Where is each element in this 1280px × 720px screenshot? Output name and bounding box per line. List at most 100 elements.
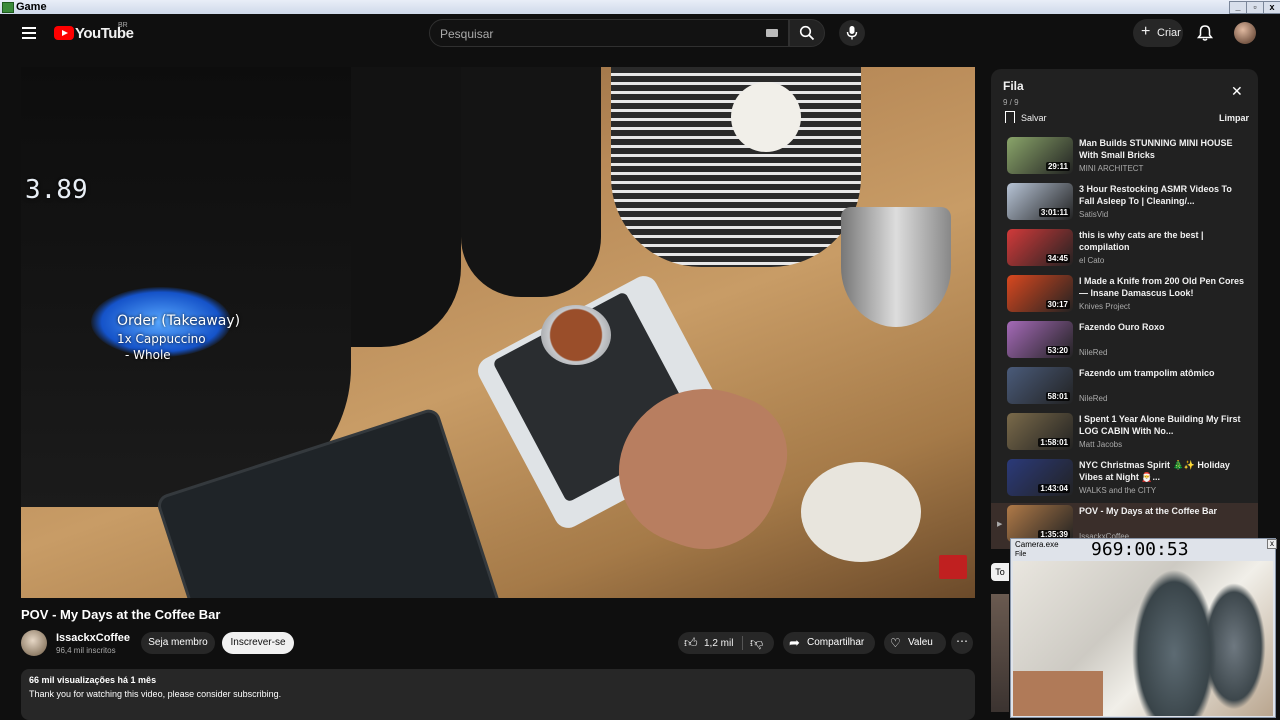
search-placeholder: Pesquisar — [440, 27, 494, 41]
user-avatar[interactable] — [1234, 22, 1256, 44]
queue-item-channel: NileRed — [1079, 394, 1108, 403]
queue-item[interactable]: 58:01 Fazendo um trampolim atômico NileRed — [991, 365, 1258, 411]
more-actions-icon[interactable]: ⋯ — [951, 632, 973, 654]
video-scene-portafilter — [541, 305, 611, 365]
camera-timer: 969:00:53 — [1091, 539, 1189, 560]
description-box[interactable]: 66 mil visualizações há 1 mês Thank you … — [21, 669, 975, 720]
queue-item-channel: Matt Jacobs — [1079, 440, 1123, 449]
share-button[interactable]: ➦ Compartilhar — [783, 632, 875, 654]
duration-badge: 1:43:04 — [1038, 484, 1070, 493]
close-icon[interactable]: ✕ — [1231, 83, 1243, 100]
camera-file-menu[interactable]: File — [1015, 551, 1026, 558]
video-player[interactable]: 3.89 Order (Takeaway) 1x Cappuccino - Wh… — [21, 67, 975, 598]
queue-item-title[interactable]: Fazendo um trampolim atômico — [1079, 367, 1249, 379]
subscribe-watermark-icon[interactable] — [939, 555, 967, 579]
channel-name[interactable]: IssackxCoffee — [56, 632, 130, 644]
camera-close-button[interactable]: x — [1267, 539, 1277, 549]
create-button[interactable]: + Criar — [1133, 19, 1183, 47]
channel-avatar[interactable] — [21, 630, 47, 656]
thanks-button[interactable]: ♡ Valeu — [884, 632, 946, 654]
minimize-button[interactable]: _ — [1229, 1, 1247, 14]
queue-count: 9 / 9 — [1003, 98, 1019, 107]
window-titlebar: Game _ ▫ x — [0, 0, 1280, 14]
camera-window[interactable]: Camera.exe File 969:00:53 x — [1010, 538, 1277, 718]
search-button[interactable] — [789, 19, 825, 47]
duration-badge: 58:01 — [1045, 392, 1070, 401]
join-button[interactable]: Seja membro — [141, 632, 215, 654]
queue-item-title[interactable]: Fazendo Ouro Roxo — [1079, 321, 1249, 333]
queue-item[interactable]: 34:45 this is why cats are the best | com… — [991, 227, 1258, 273]
queue-thumbnail[interactable]: 3:01:11 — [1007, 183, 1073, 220]
youtube-header: YouTube BR Pesquisar + Criar — [0, 14, 1280, 54]
queue-thumbnail[interactable]: 29:11 — [1007, 137, 1073, 174]
window-title: Game — [16, 1, 47, 13]
subscribe-button[interactable]: Inscrever-se — [222, 632, 294, 654]
queue-item-channel: Knives Project — [1079, 302, 1131, 311]
like-dislike-group: 👍︎ 1,2 mil 👎︎ — [678, 632, 774, 654]
duration-badge: 30:17 — [1045, 300, 1070, 309]
queue-item-title[interactable]: NYC Christmas Spirit 🎄✨ Holiday Vibes at… — [1079, 459, 1249, 483]
microphone-icon — [846, 26, 858, 40]
voice-search-button[interactable] — [839, 20, 865, 46]
notifications-bell-icon[interactable] — [1196, 24, 1214, 42]
dislike-icon[interactable]: 👎︎ — [750, 635, 763, 651]
queue-item[interactable]: 53:20 Fazendo Ouro Roxo NileRed — [991, 319, 1258, 365]
close-window-button[interactable]: x — [1263, 1, 1280, 14]
camera-feed-floor — [1013, 671, 1103, 716]
queue-item-title[interactable]: this is why cats are the best | compilat… — [1079, 229, 1249, 253]
duration-badge: 3:01:11 — [1038, 208, 1070, 217]
queue-panel: Fila 9 / 9 ✕ Salvar Limpar 29:11 Man Buil… — [991, 69, 1258, 549]
queue-thumbnail[interactable]: 58:01 — [1007, 367, 1073, 404]
queue-item-channel: SatisVid — [1079, 210, 1109, 219]
queue-title: Fila — [1003, 79, 1024, 93]
queue-list: 29:11 Man Builds STUNNING MINI HOUSE With… — [991, 135, 1258, 549]
page-scrollbar[interactable] — [1270, 54, 1280, 536]
duration-badge: 34:45 — [1045, 254, 1070, 263]
keyboard-icon[interactable] — [766, 29, 778, 37]
queue-thumbnail[interactable]: 34:45 — [1007, 229, 1073, 266]
video-title: POV - My Days at the Coffee Bar — [21, 607, 221, 622]
like-count[interactable]: 1,2 mil — [704, 638, 733, 649]
queue-item[interactable]: 1:58:01 I Spent 1 Year Alone Building My … — [991, 411, 1258, 457]
create-label: Criar — [1157, 27, 1181, 39]
queue-thumbnail[interactable]: 1:58:01 — [1007, 413, 1073, 450]
order-title: Order (Takeaway) — [117, 313, 241, 329]
queue-thumbnail[interactable]: 1:43:04 — [1007, 459, 1073, 496]
queue-item-channel: NileRed — [1079, 348, 1108, 357]
maximize-button[interactable]: ▫ — [1246, 1, 1264, 14]
queue-item-title[interactable]: POV - My Days at the Coffee Bar — [1079, 505, 1249, 517]
description-text: Thank you for watching this video, pleas… — [29, 689, 282, 699]
queue-item[interactable]: 1:43:04 NYC Christmas Spirit 🎄✨ Holiday V… — [991, 457, 1258, 503]
video-scene-grinder — [461, 67, 601, 297]
camera-feed — [1013, 561, 1273, 716]
partial-thumbnail[interactable] — [991, 594, 1009, 712]
duration-badge: 1:58:01 — [1038, 438, 1070, 447]
queue-item-title[interactable]: I Made a Knife from 200 Old Pen Cores — … — [1079, 275, 1249, 299]
queue-thumbnail[interactable]: 53:20 — [1007, 321, 1073, 358]
queue-item[interactable]: 3:01:11 3 Hour Restocking ASMR Videos To … — [991, 181, 1258, 227]
search-input[interactable]: Pesquisar — [429, 19, 789, 47]
queue-thumbnail[interactable]: 30:17 — [1007, 275, 1073, 312]
queue-item-channel: el Cato — [1079, 256, 1105, 265]
app-icon — [2, 2, 14, 13]
queue-item-title[interactable]: Man Builds STUNNING MINI HOUSE With Smal… — [1079, 137, 1249, 161]
queue-item-title[interactable]: I Spent 1 Year Alone Building My First L… — [1079, 413, 1249, 437]
like-icon[interactable]: 👍︎ — [684, 635, 698, 651]
queue-item[interactable]: 30:17 I Made a Knife from 200 Old Pen Cor… — [991, 273, 1258, 319]
menu-icon[interactable] — [22, 27, 36, 39]
partial-tooltip: To — [991, 563, 1009, 581]
queue-item-title[interactable]: 3 Hour Restocking ASMR Videos To Fall As… — [1079, 183, 1249, 207]
subscriber-count: 96,4 mil inscritos — [56, 646, 116, 655]
queue-item-channel: WALKS and the CITY — [1079, 486, 1157, 495]
search-icon — [799, 25, 815, 41]
thanks-icon: ♡ — [890, 636, 901, 650]
like-divider — [742, 636, 743, 650]
order-line: 1x Cappuccino — [117, 332, 206, 346]
view-stats: 66 mil visualizações há 1 mês — [29, 675, 157, 685]
queue-item[interactable]: 29:11 Man Builds STUNNING MINI HOUSE With… — [991, 135, 1258, 181]
clear-queue-button[interactable]: Limpar — [1219, 113, 1249, 123]
save-queue-button[interactable]: Salvar — [1005, 111, 1047, 123]
share-label: Compartilhar — [807, 637, 865, 648]
share-icon: ➦ — [789, 635, 800, 650]
queue-thumbnail[interactable]: 1:35:39 — [1007, 505, 1073, 542]
